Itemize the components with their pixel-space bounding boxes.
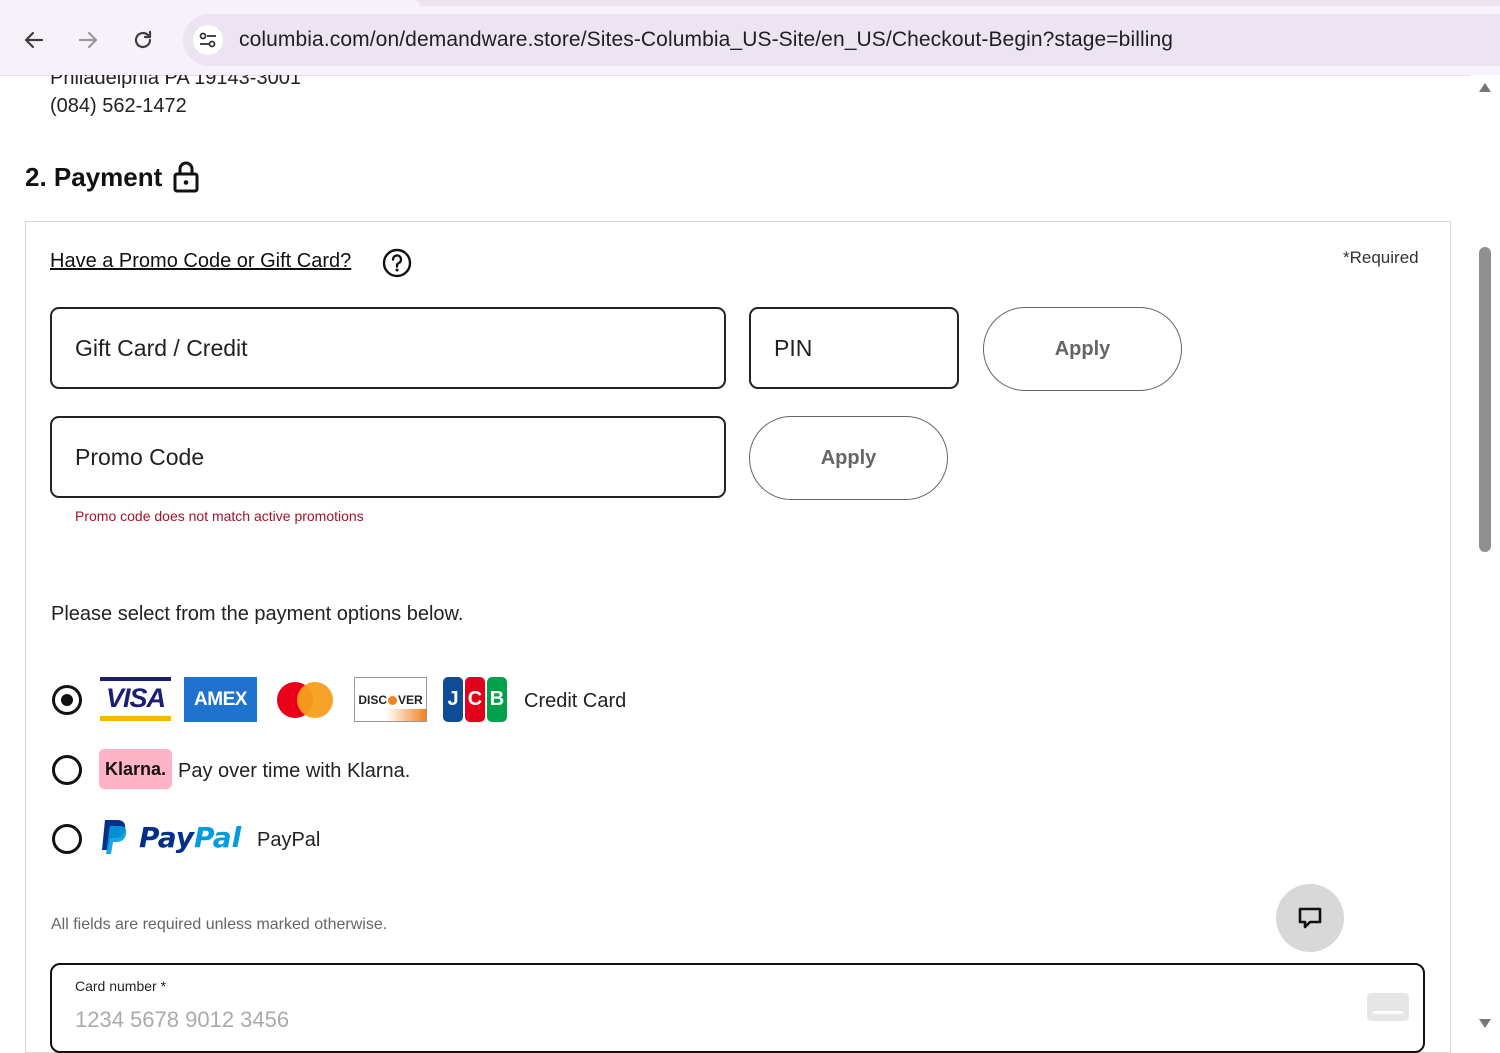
scroll-down-arrow-icon[interactable] (1479, 1019, 1491, 1028)
page-scrollbar[interactable] (1470, 75, 1500, 1030)
pin-label: PIN (774, 335, 813, 361)
forward-button[interactable] (72, 24, 104, 56)
paypal-logo: PayPal (99, 818, 241, 856)
back-button[interactable] (18, 24, 50, 56)
promo-error-message: Promo code does not match active promoti… (75, 508, 364, 524)
reload-button[interactable] (127, 24, 159, 56)
url-text[interactable]: columbia.com/on/demandware.store/Sites-C… (239, 28, 1173, 52)
reload-icon (134, 30, 152, 49)
promo-code-label: Promo Code (75, 444, 205, 470)
paypal-radio[interactable] (52, 824, 82, 854)
lock-icon (173, 161, 199, 193)
discover-logo-text: DISC VER (358, 692, 423, 707)
help-icon[interactable] (382, 248, 412, 278)
klarna-radio[interactable] (52, 755, 82, 785)
arrow-left-icon (24, 31, 44, 49)
card-number-label: Card number * (75, 978, 167, 994)
paypal-wordmark: PayPal (139, 820, 242, 854)
page-title: 2. Payment (25, 161, 163, 192)
apply-promo-button[interactable]: Apply (749, 416, 948, 500)
visa-logo: VISA (100, 677, 171, 721)
scroll-up-arrow-icon[interactable] (1479, 83, 1491, 92)
required-note: *Required (1343, 248, 1419, 267)
shipping-phone: (084) 562-1472 (50, 95, 187, 117)
pin-input[interactable]: PIN (749, 307, 959, 389)
credit-card-radio[interactable] (52, 685, 82, 715)
mastercard-logo (275, 680, 335, 720)
payment-section-title: 2. Payment (25, 160, 200, 194)
credit-card-label[interactable]: Credit Card (524, 690, 626, 713)
discover-logo: DISC VER (354, 677, 427, 722)
apply-gift-card-button[interactable]: Apply (983, 307, 1182, 391)
jcb-letter-b: B (487, 677, 507, 722)
chat-icon (1298, 907, 1322, 929)
klarna-logo: Klarna. (99, 749, 172, 789)
card-number-field[interactable]: Card number * 1234 5678 9012 3456 (50, 963, 1425, 1053)
fields-required-note: All fields are required unless marked ot… (51, 916, 388, 933)
site-info-button[interactable] (193, 25, 223, 55)
chat-button[interactable] (1276, 884, 1344, 952)
paypal-p-icon (102, 820, 127, 854)
discover-dot-icon (387, 695, 397, 705)
payment-instructions: Please select from the payment options b… (51, 603, 464, 625)
credit-card-icon (1367, 993, 1409, 1021)
arrow-right-icon (78, 31, 98, 49)
paypal-label[interactable]: PayPal (257, 829, 320, 852)
address-bar[interactable]: columbia.com/on/demandware.store/Sites-C… (183, 14, 1500, 66)
browser-toolbar: columbia.com/on/demandware.store/Sites-C… (0, 0, 1500, 76)
gift-card-input[interactable]: Gift Card / Credit (50, 307, 726, 389)
card-number-input[interactable]: 1234 5678 9012 3456 (75, 1007, 289, 1033)
amex-logo: AMEX (184, 677, 257, 722)
scrollbar-thumb[interactable] (1479, 247, 1491, 552)
active-tab[interactable] (0, 0, 420, 6)
gift-card-label: Gift Card / Credit (75, 335, 248, 361)
jcb-logo: J C B (443, 677, 507, 722)
tab-strip (0, 0, 1500, 6)
jcb-letter-c: C (465, 677, 485, 722)
klarna-label[interactable]: Pay over time with Klarna. (178, 760, 410, 783)
promo-gift-card-link[interactable]: Have a Promo Code or Gift Card? (50, 250, 351, 273)
shipping-city-line: Philadelphia PA 19143-3001 (50, 75, 301, 91)
jcb-letter-j: J (443, 677, 463, 722)
promo-code-input[interactable]: Promo Code (50, 416, 726, 498)
tune-icon (199, 32, 216, 48)
shipping-city-text: Philadelphia PA 19143-3001 (50, 75, 301, 89)
